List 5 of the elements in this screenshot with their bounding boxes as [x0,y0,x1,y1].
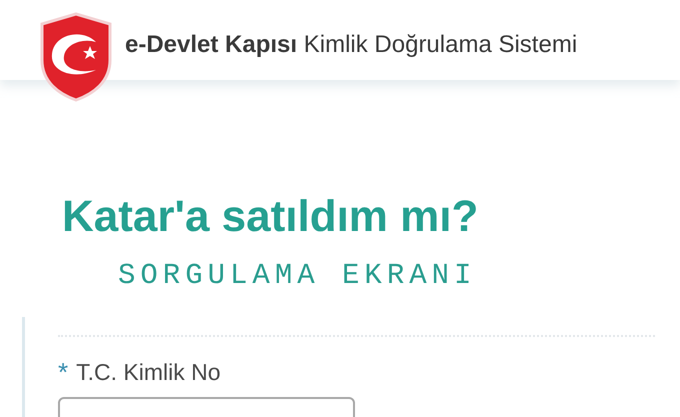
page-subheading: SORGULAMA EKRANI [117,261,478,290]
site-title: e-Devlet Kapısı Kimlik Doğrulama Sistemi [125,30,578,60]
field-label: T.C. Kimlik No [76,360,221,384]
page-heading: Katar'a satıldım mı? [62,195,480,239]
required-asterisk: * [58,359,68,385]
